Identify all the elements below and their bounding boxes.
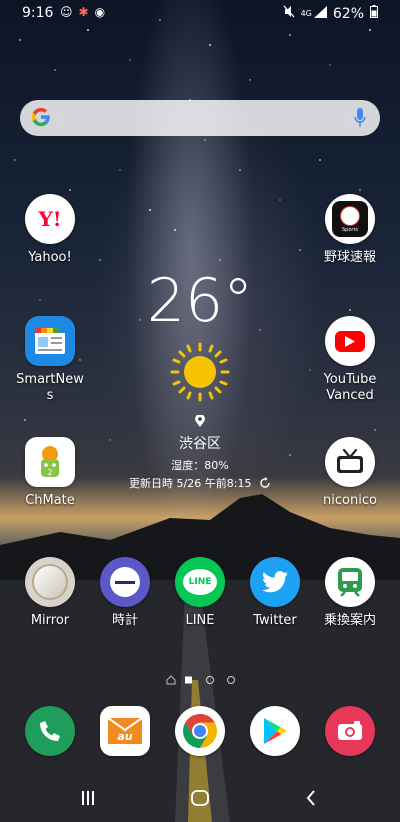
app-yakyu-sokuho[interactable]: Sports 野球速報: [305, 194, 395, 266]
au-mail-icon: au: [100, 706, 150, 756]
yahoo-icon: Y!: [25, 194, 75, 244]
chmate-icon: 2: [25, 437, 75, 487]
home-icon[interactable]: [191, 790, 209, 806]
niconico-icon: [325, 437, 375, 487]
app-smartnews[interactable]: SmartNews: [5, 316, 95, 404]
app-niconico[interactable]: niconico: [305, 437, 395, 509]
app-label: niconico: [323, 493, 377, 508]
weather-updated: 更新日時 5/26 午前8:15: [100, 475, 300, 492]
app-label: 野球速報: [323, 250, 376, 265]
clock-icon: [100, 557, 150, 607]
app-label: SmartNews: [16, 372, 84, 403]
app-chmate[interactable]: 2 ChMate: [5, 437, 95, 509]
smartnews-icon: [25, 316, 75, 366]
mic-icon[interactable]: [354, 108, 366, 128]
train-icon: [325, 557, 375, 607]
weather-humidity: 湿度：80%: [171, 459, 229, 472]
network-type: 4G: [300, 9, 312, 18]
signal-icon: [313, 5, 327, 22]
navigation-bar: [0, 772, 400, 822]
app-yahoo[interactable]: Y! Yahoo!: [5, 194, 95, 266]
dock-camera[interactable]: [305, 706, 395, 756]
location-pin-icon: [120, 412, 280, 431]
weather-widget[interactable]: 26° 渋谷区 湿度：80% 更新日時 5/26 午前8:15: [120, 268, 280, 492]
line-icon: LINE: [175, 557, 225, 607]
line-logo: LINE: [188, 577, 212, 587]
bug-notification-icon: ✱: [78, 5, 89, 19]
page-dot-current: [185, 676, 192, 684]
recent-apps-icon[interactable]: [80, 790, 96, 806]
app-label: YouTube Vanced: [323, 372, 377, 403]
baseball-icon: Sports: [325, 194, 375, 244]
app-label: 乗換案内: [323, 613, 376, 628]
app-youtube-vanced[interactable]: YouTube Vanced: [305, 316, 395, 404]
svg-text:2: 2: [47, 468, 52, 477]
play-store-icon: [250, 706, 300, 756]
home-page-dot: [166, 675, 176, 685]
page-indicator[interactable]: [165, 670, 245, 685]
mirror-icon: [25, 557, 75, 607]
sun-weather-icon: [170, 342, 230, 402]
twitter-icon: [250, 557, 300, 607]
sports-badge-text: Sports: [341, 226, 359, 233]
yahoo-logo: Y!: [38, 207, 62, 231]
page-dot: [206, 676, 214, 684]
browser-notification-icon: ◉: [94, 5, 106, 19]
chrome-icon: [175, 706, 225, 756]
weather-updated-text: 更新日時 5/26 午前8:15: [129, 477, 252, 490]
temperature: 26°: [146, 266, 254, 336]
youtube-icon: [325, 316, 375, 366]
back-icon[interactable]: [305, 790, 317, 806]
battery-icon: [370, 5, 378, 22]
app-label: ChMate: [25, 493, 75, 508]
app-label: Yahoo!: [28, 250, 72, 265]
google-search-bar[interactable]: [20, 100, 380, 136]
battery-percent: 62%: [332, 5, 364, 22]
refresh-icon[interactable]: [259, 476, 271, 492]
status-time: 9:16: [22, 5, 54, 21]
weather-location: 渋谷区: [179, 436, 221, 452]
phone-icon: [25, 706, 75, 756]
page-dot: [227, 676, 235, 684]
smile-notification-icon: ☺: [60, 5, 73, 19]
camera-icon: [325, 706, 375, 756]
google-logo-icon: [31, 107, 50, 127]
mute-icon: [283, 5, 295, 22]
status-bar: 9:16 ☺ ✱ ◉ 4G 62%: [0, 0, 400, 26]
app-norikae-annai[interactable]: 乗換案内: [305, 557, 395, 629]
